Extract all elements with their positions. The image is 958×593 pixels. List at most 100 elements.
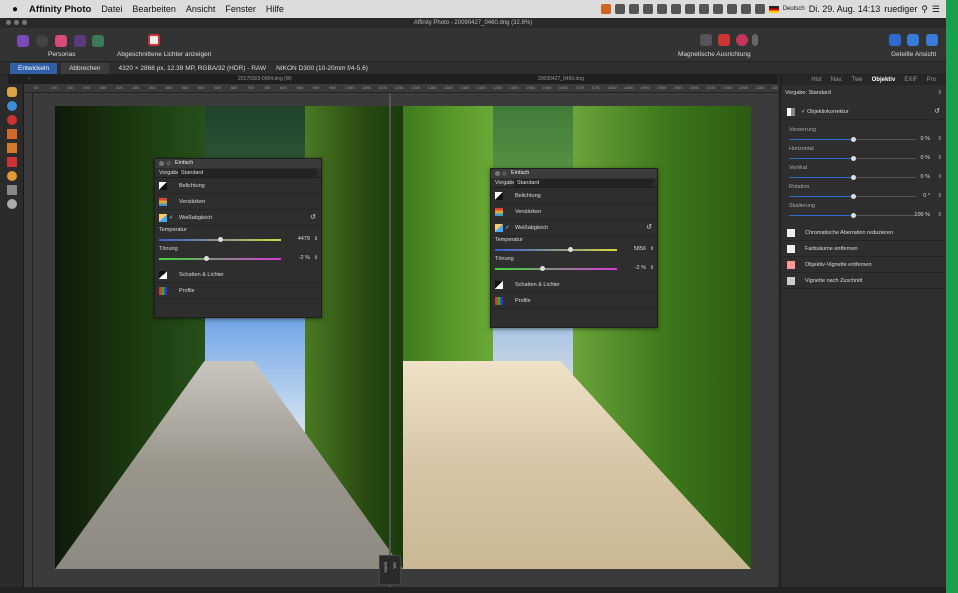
profiles-row[interactable]: Profile (491, 293, 657, 309)
panel-title-bar[interactable]: Einfach (155, 159, 321, 168)
apple-menu-icon[interactable]: ● (0, 4, 24, 15)
stepper-icon[interactable]: ⇕ (937, 88, 942, 98)
zoom-tool-icon[interactable] (7, 101, 17, 111)
temperature-value[interactable]: 5856 (634, 246, 646, 252)
preset-select[interactable]: Standard (514, 179, 653, 187)
tint-slider[interactable]: -2 % ⇕ (491, 264, 657, 274)
photo-persona-icon[interactable] (17, 35, 29, 47)
exposure-row[interactable]: Belichtung (491, 188, 657, 204)
preset-select[interactable]: Standard (178, 169, 317, 177)
blemish-tool-icon[interactable] (7, 129, 17, 139)
white-balance-row[interactable]: ✓ Weißabgleich ↺ (155, 210, 321, 226)
view-single-icon[interactable] (889, 34, 901, 46)
tab-histogram[interactable]: Hist (811, 77, 821, 83)
red-eye-tool-icon[interactable] (7, 115, 17, 125)
exposure-row[interactable]: Belichtung (155, 178, 321, 194)
lens-correction-checkbox[interactable]: ✓ (801, 109, 806, 115)
tint-value[interactable]: -2 % (635, 265, 646, 271)
notification-center-icon[interactable]: ☰ (932, 4, 940, 15)
reset-icon[interactable]: ↺ (310, 210, 316, 226)
white-balance-checkbox[interactable]: ✓ (505, 220, 510, 236)
lens-option-row[interactable]: Farbsäume entfernen (781, 241, 946, 257)
overlay-paint-icon[interactable] (7, 143, 17, 153)
panel-collapse-icon[interactable] (502, 171, 507, 176)
stepper-icon[interactable]: ⇕ (650, 246, 654, 252)
canvas[interactable]: Nach Vor Einfach Vorgabe: Standard Belic… (33, 93, 778, 590)
temperature-slider[interactable]: 4479 ⇕ (155, 235, 321, 245)
slider-knob[interactable] (850, 175, 856, 180)
enhance-row[interactable]: Verstärken (491, 204, 657, 220)
slider-value[interactable]: 0 ° (923, 193, 930, 199)
preset-value[interactable]: Standard (809, 90, 831, 96)
shadows-highlights-row[interactable]: Schatten & Lichter (491, 277, 657, 293)
german-flag-icon[interactable] (768, 5, 779, 13)
view-split-icon[interactable] (907, 34, 919, 46)
user-name[interactable]: ruediger (884, 4, 917, 14)
input-language[interactable]: Deutsch (783, 6, 805, 12)
stepper-icon[interactable]: ⇕ (937, 174, 942, 180)
develop-persona-icon[interactable] (55, 35, 67, 47)
menu-app-name[interactable]: Affinity Photo (24, 4, 96, 15)
lens-option-row[interactable]: Objektiv-Vignette entfernen (781, 257, 946, 273)
enhance-row[interactable]: Verstärken (155, 194, 321, 210)
panel-close-icon[interactable] (495, 171, 500, 176)
slider-knob[interactable] (850, 137, 856, 142)
stepper-icon[interactable]: ⇕ (937, 193, 942, 199)
status-icon[interactable] (656, 4, 667, 14)
minimize-window-button[interactable] (14, 20, 19, 25)
clock[interactable]: Di. 29. Aug. 14:13 (809, 4, 881, 14)
slider-value[interactable]: 100 % (914, 212, 930, 218)
slider-knob[interactable] (850, 213, 856, 218)
tint-knob[interactable] (204, 256, 210, 261)
tab-document-left[interactable]: 20170303-0004.dng (M) (238, 76, 292, 82)
export-persona-icon[interactable] (92, 35, 104, 47)
reset-icon[interactable]: ↺ (934, 104, 940, 120)
close-window-button[interactable] (6, 20, 11, 25)
tone-mapping-persona-icon[interactable] (74, 35, 86, 47)
panel-title-bar[interactable]: Einfach (491, 169, 657, 178)
status-icon[interactable] (684, 4, 695, 14)
volume-icon[interactable] (740, 4, 751, 14)
tab-navigator[interactable]: Nav. (831, 77, 843, 83)
menu-bearbeiten[interactable]: Bearbeiten (127, 4, 181, 14)
snapping-icon[interactable] (718, 34, 730, 46)
bluetooth-icon[interactable] (712, 4, 723, 14)
split-handle[interactable]: Nach Vor (379, 555, 401, 585)
lens-slider[interactable]: 0 % ⇕ (781, 172, 946, 183)
menu-datei[interactable]: Datei (96, 4, 127, 14)
tint-value[interactable]: -2 % (299, 255, 310, 261)
split-divider[interactable] (389, 93, 391, 590)
zoom-window-button[interactable] (22, 20, 27, 25)
lens-correction-row[interactable]: ✓ Objektivkorrektur ↺ (781, 104, 946, 120)
cancel-button[interactable]: Abbrechen (61, 62, 109, 74)
status-app-icon[interactable] (600, 4, 611, 14)
tab-document-right[interactable]: 20090427_0460.dng (538, 76, 584, 82)
temperature-slider[interactable]: 5856 ⇕ (491, 245, 657, 255)
panel-close-icon[interactable] (159, 161, 164, 166)
status-icon[interactable] (642, 4, 653, 14)
slider-value[interactable]: 0 % (921, 155, 930, 161)
temperature-knob[interactable] (568, 247, 574, 252)
lens-slider[interactable]: 0 ° ⇕ (781, 191, 946, 202)
shadows-highlights-row[interactable]: Schatten & Lichter (155, 267, 321, 283)
white-balance-checkbox[interactable]: ✓ (169, 210, 174, 226)
time-machine-icon[interactable] (698, 4, 709, 14)
tab-close-icon[interactable]: × (28, 76, 31, 82)
spotlight-icon[interactable]: ⚲ (921, 4, 928, 15)
tint-slider[interactable]: -2 % ⇕ (155, 254, 321, 264)
stepper-icon[interactable]: ⇕ (314, 236, 318, 242)
status-icon[interactable] (614, 4, 625, 14)
slider-knob[interactable] (850, 194, 856, 199)
liquify-persona-icon[interactable] (36, 35, 48, 47)
status-icon[interactable] (628, 4, 639, 14)
tab-lens[interactable]: Objektiv (872, 77, 896, 83)
stepper-icon[interactable]: ⇕ (314, 255, 318, 261)
temperature-value[interactable]: 4479 (298, 236, 310, 242)
slider-knob[interactable] (850, 156, 856, 161)
lens-slider[interactable]: 0 % ⇕ (781, 153, 946, 164)
lens-option-row[interactable]: Vignette nach Zuschnitt (781, 273, 946, 289)
menu-ansicht[interactable]: Ansicht (181, 4, 221, 14)
panel-collapse-icon[interactable] (166, 161, 171, 166)
menu-hilfe[interactable]: Hilfe (261, 4, 289, 14)
status-icon[interactable] (670, 4, 681, 14)
